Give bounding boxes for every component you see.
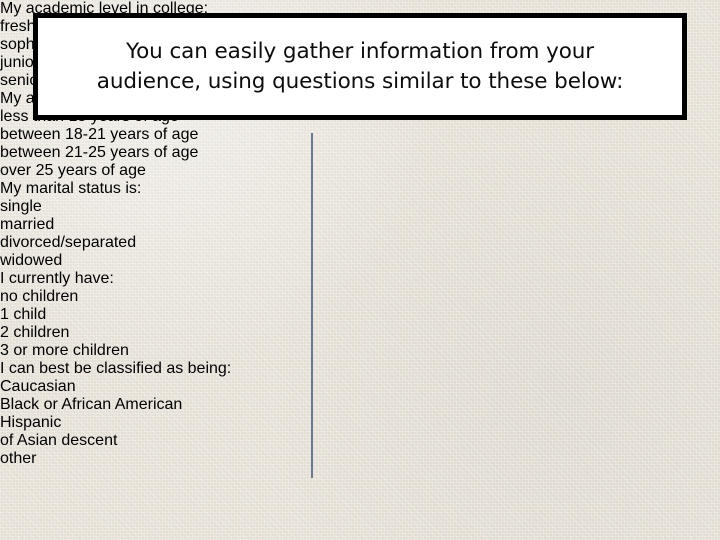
list-item-left-10: My marital status is: xyxy=(0,180,142,197)
column-divider xyxy=(311,133,313,478)
list-item-right-6: Caucasian xyxy=(0,378,76,395)
page-title: You can easily gather information from y… xyxy=(96,38,624,94)
list-item-right-7: Black or African American xyxy=(0,396,183,413)
list-item-left-13: divorced/separated xyxy=(0,234,137,251)
slide-canvas: You can easily gather information from y… xyxy=(0,0,720,540)
list-item-left-9: over 25 years of age xyxy=(0,162,146,179)
list-item-right-5: I can best be classified as being: xyxy=(0,360,232,377)
list-item-left-7: between 18-21 years of age xyxy=(0,126,199,143)
list-item-right-9: of Asian descent xyxy=(0,432,118,449)
list-item-left-14: widowed xyxy=(0,252,63,269)
list-item-right-3: 2 children xyxy=(0,324,70,341)
list-item-left-12: married xyxy=(0,216,55,233)
list-item-right-4: 3 or more children xyxy=(0,342,129,359)
list-item-left-11: single xyxy=(0,198,42,215)
list-item-left-8: between 21-25 years of age xyxy=(0,144,199,161)
list-item-right-8: Hispanic xyxy=(0,414,62,431)
title-box: You can easily gather information from y… xyxy=(33,13,687,120)
list-item-right-10: other xyxy=(0,450,37,467)
list-item-right-0: I currently have: xyxy=(0,270,114,287)
question-list-right: I currently have: no children 1 child 2 chi… xyxy=(0,270,300,468)
list-item-right-2: 1 child xyxy=(0,306,47,323)
list-item-right-1: no children xyxy=(0,288,79,305)
